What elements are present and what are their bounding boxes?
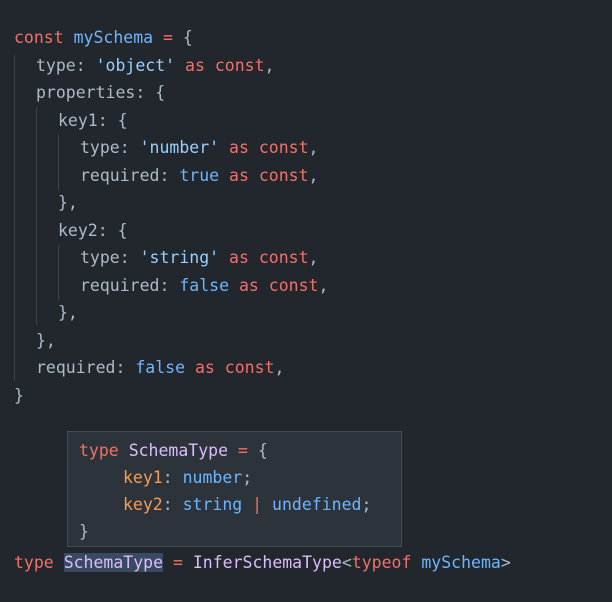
boolean-literal: true <box>179 166 220 185</box>
code-line-11[interactable]: }, <box>58 300 78 326</box>
code-line-8[interactable]: key2: { <box>58 218 128 244</box>
keyword: const <box>268 276 319 295</box>
keyword: as <box>229 166 249 185</box>
code-line-9[interactable]: type: 'string' as const, <box>80 245 318 271</box>
code-line-5[interactable]: type: 'number' as const, <box>80 135 318 161</box>
tooltip-line-3: key2: string | undefined; <box>123 491 371 518</box>
code-line-2[interactable]: type: 'object' as const, <box>36 53 274 79</box>
punctuation: { <box>155 83 166 102</box>
operator: = <box>172 553 183 572</box>
keyword: as <box>229 248 249 267</box>
string-literal: 'object' <box>95 56 176 75</box>
code-line-1[interactable]: const mySchema = { <box>14 25 193 51</box>
property-key: key1 <box>123 468 163 487</box>
property-key: required: <box>80 166 170 185</box>
property-key: required: <box>36 358 126 377</box>
code-line-7[interactable]: }, <box>58 190 78 216</box>
tooltip-line-4: } <box>79 518 89 545</box>
tooltip-line-2: key1: number; <box>123 464 252 491</box>
punctuation: }, <box>58 303 78 322</box>
keyword: const <box>258 166 309 185</box>
punctuation: : <box>162 495 173 514</box>
code-line-6[interactable]: required: true as const, <box>80 163 318 189</box>
punctuation: , <box>308 138 319 157</box>
indent-guide <box>58 245 59 301</box>
code-line-3[interactable]: properties: { <box>36 80 165 106</box>
keyword: as <box>194 358 215 377</box>
keyword: type <box>14 553 54 572</box>
hovered-type-name[interactable]: SchemaType <box>63 553 164 572</box>
code-line-14[interactable]: } <box>14 383 24 409</box>
property-key: key1: <box>58 111 108 130</box>
keyword: const <box>224 358 275 377</box>
punctuation: , <box>308 166 319 185</box>
indent-guide <box>36 107 37 325</box>
property-key: type: <box>36 56 86 75</box>
operator: = <box>237 441 248 460</box>
type-hover-tooltip: type SchemaType = { key1: number; key2: … <box>67 431 402 547</box>
property-key: key2 <box>123 495 163 514</box>
type-keyword: string <box>182 495 243 514</box>
punctuation: > <box>500 553 511 572</box>
boolean-literal: false <box>179 276 230 295</box>
punctuation: } <box>14 386 24 405</box>
punctuation: { <box>257 441 268 460</box>
keyword: const <box>214 56 265 75</box>
punctuation: }, <box>58 193 78 212</box>
operator: = <box>163 28 173 47</box>
identifier: mySchema <box>73 28 154 47</box>
property-key: properties: <box>36 83 146 102</box>
keyword: as <box>229 138 249 157</box>
keyword: const <box>258 248 309 267</box>
punctuation: , <box>318 276 329 295</box>
indent-guide <box>58 135 59 191</box>
property-key: key2: <box>58 221 108 240</box>
keyword: const <box>14 28 64 47</box>
punctuation: , <box>264 56 275 75</box>
tooltip-line-1: type SchemaType = { <box>79 437 268 464</box>
string-literal: 'string' <box>139 248 220 267</box>
type-name: SchemaType <box>128 441 229 460</box>
keyword: as <box>238 276 259 295</box>
punctuation: { <box>117 221 128 240</box>
type-name: InferSchemaType <box>192 553 342 572</box>
punctuation: : <box>162 468 173 487</box>
keyword: type <box>79 441 119 460</box>
keyword: const <box>258 138 309 157</box>
code-line-10[interactable]: required: false as const, <box>80 273 328 299</box>
property-key: required: <box>80 276 170 295</box>
punctuation: { <box>182 28 193 47</box>
boolean-literal: false <box>135 358 186 377</box>
keyword: typeof <box>351 553 412 572</box>
punctuation: , <box>274 358 285 377</box>
punctuation: ; <box>242 468 253 487</box>
operator: | <box>252 495 263 514</box>
indent-guide <box>14 55 15 381</box>
punctuation: }, <box>36 331 56 350</box>
string-literal: 'number' <box>139 138 220 157</box>
property-key: type: <box>80 138 130 157</box>
code-line-12[interactable]: }, <box>36 328 56 354</box>
code-line-15[interactable]: type SchemaType = InferSchemaType<typeof… <box>14 550 511 576</box>
code-line-4[interactable]: key1: { <box>58 108 128 134</box>
property-key: type: <box>80 248 130 267</box>
punctuation: < <box>341 553 352 572</box>
type-keyword: number <box>182 468 243 487</box>
punctuation: { <box>117 111 128 130</box>
keyword: as <box>185 56 205 75</box>
punctuation: ; <box>361 495 372 514</box>
punctuation: } <box>79 522 89 541</box>
type-keyword: undefined <box>272 495 362 514</box>
identifier: mySchema <box>421 553 501 572</box>
code-line-13[interactable]: required: false as const, <box>36 355 284 381</box>
punctuation: , <box>308 248 319 267</box>
